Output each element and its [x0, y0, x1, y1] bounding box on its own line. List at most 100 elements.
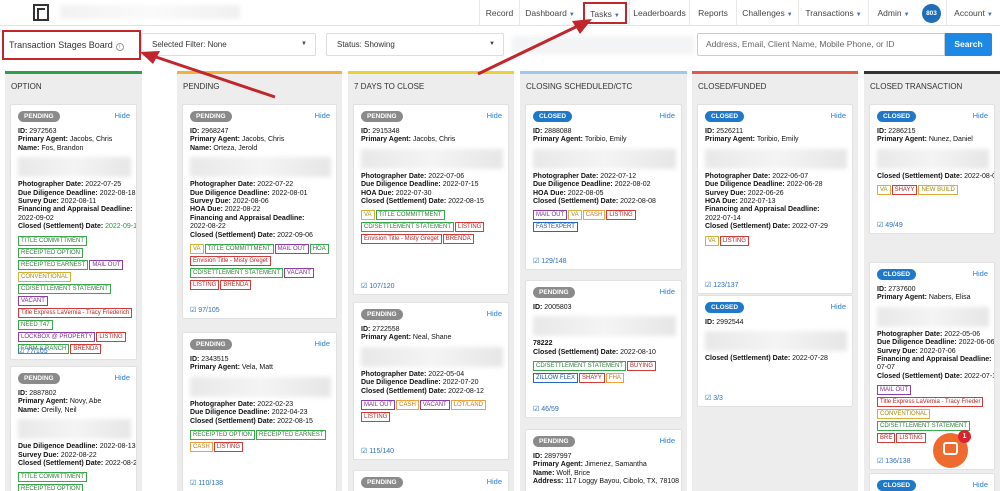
hide-link[interactable]: Hide [831, 111, 846, 120]
tag[interactable]: CASH [190, 442, 213, 453]
nav-account[interactable]: Account ▼ [946, 0, 1000, 26]
transaction-card[interactable]: CLOSED Hide [869, 473, 995, 491]
tag[interactable]: NEED T47 [18, 319, 53, 330]
search-button[interactable]: Search [945, 33, 992, 56]
tag[interactable]: CASH [582, 210, 606, 221]
hide-link[interactable]: Hide [115, 373, 130, 382]
transaction-card[interactable]: CLOSED Hide ID: 2888088 Primary Agent: Tori… [525, 104, 682, 270]
tag[interactable]: FHA [605, 373, 624, 384]
tag[interactable]: VA [568, 210, 582, 221]
tag[interactable]: LISTING [96, 331, 126, 342]
task-count[interactable]: ☑ 97/105 [190, 306, 220, 314]
tag[interactable]: RECEIPTED EARNEST [256, 430, 327, 441]
search-input[interactable]: Address, Email, Client Name, Mobile Phon… [697, 33, 945, 56]
brand-logo-icon[interactable] [33, 4, 49, 21]
tag[interactable]: VACANT [18, 295, 48, 306]
selected-filter-select[interactable]: Selected Filter: None ▼ [141, 33, 316, 56]
tag[interactable]: MAIL OUT [533, 210, 568, 221]
transaction-card[interactable]: CLOSED Hide ID: 2286215 Primary Agent: Nune… [869, 104, 995, 234]
task-count[interactable]: ☑ 3/3 [705, 394, 723, 402]
tag[interactable]: MAIL OUT [274, 244, 309, 255]
task-count[interactable]: ☑ 110/138 [190, 479, 223, 487]
tag[interactable]: VA [877, 185, 891, 196]
task-count[interactable]: ☑ 46/59 [533, 405, 559, 413]
hide-link[interactable]: Hide [315, 339, 330, 348]
hide-link[interactable]: Hide [973, 480, 988, 489]
tag[interactable]: SHAYY [579, 373, 605, 384]
tag[interactable]: Title Express LaVernia - Tracy Frieder [877, 397, 984, 408]
nav-dashboard[interactable]: Dashboard ▼ [519, 0, 580, 26]
tag[interactable]: BRENDA [70, 343, 102, 354]
tag[interactable]: LOCKBOX @ PROPERTY [18, 331, 96, 342]
tag[interactable]: RECEIPTED OPTION [18, 484, 84, 491]
transaction-card[interactable]: PENDING Hide ID: 2968247 Primary Agent: Jac… [182, 104, 337, 319]
info-icon[interactable]: i [115, 43, 124, 51]
tag[interactable]: NEW BUILD [918, 185, 958, 196]
tag[interactable]: CONVENTIONAL [18, 271, 72, 282]
transaction-card[interactable]: PENDING Hide ID: 2887802 Primary Agent: Nov… [10, 366, 137, 491]
transaction-card[interactable]: CLOSED Hide ID: 2737600 Primary Agent: Nabe… [869, 262, 995, 470]
transaction-card[interactable]: PENDING Hide ID: 2915348 Primary Agent: Jac… [353, 104, 509, 295]
tag[interactable]: BRENDA [220, 280, 252, 291]
tag[interactable]: MAIL OUT [89, 259, 124, 270]
tag[interactable]: FASTEXPERT [533, 222, 578, 233]
task-count[interactable]: ☑ 107/120 [361, 282, 395, 290]
tag[interactable]: RECEIPTED EARNEST [18, 259, 89, 270]
transaction-card[interactable]: PENDING Hide ID: 2972563 Primary Agent: Jac… [10, 104, 137, 360]
transaction-card[interactable]: PENDING Hide [353, 470, 509, 491]
user-avatar[interactable]: 803 [922, 4, 941, 23]
tag[interactable]: TITLE COMMITTMENT [375, 210, 445, 221]
transaction-card[interactable]: PENDING Hide ID: 2005803 78222 Closed (Settl… [525, 280, 682, 418]
task-count[interactable]: ☑ 123/137 [705, 281, 739, 289]
nav-reports[interactable]: Reports [689, 0, 736, 26]
status-select[interactable]: Status: Showing ▼ [326, 33, 504, 56]
tag[interactable]: SHAYY [891, 185, 918, 196]
tag[interactable]: LISTING [455, 222, 485, 233]
transaction-card[interactable]: PENDING Hide ID: 2722558 Primary Agent: Nea… [353, 302, 509, 460]
nav-leaderboards[interactable]: Leaderboards [629, 0, 689, 26]
tag[interactable]: LISTING [213, 442, 244, 453]
tag[interactable]: TITLE COMMITTMENT [18, 472, 87, 483]
tag[interactable]: RECEIPTED OPTION [18, 247, 84, 258]
tag[interactable]: CONVENTIONAL [877, 409, 931, 420]
task-count[interactable]: ☑ 136/138 [877, 457, 911, 465]
hide-link[interactable]: Hide [315, 111, 330, 120]
tag[interactable]: Envision Title - Misty Greget [190, 256, 271, 267]
hide-link[interactable]: Hide [487, 309, 502, 318]
tag[interactable]: VA [190, 244, 204, 255]
hide-link[interactable]: Hide [660, 111, 675, 120]
tag[interactable]: VACANT [284, 268, 314, 279]
tag[interactable]: BUYING [627, 361, 657, 372]
tag[interactable]: Envision Title - Misty Greget [361, 234, 442, 245]
tag[interactable]: Title Express LaVernia - Tracy Friederic… [18, 307, 133, 318]
tag[interactable]: VACANT [419, 400, 450, 411]
nav-record[interactable]: Record [479, 0, 519, 26]
tag[interactable]: CASH [396, 400, 419, 411]
hide-link[interactable]: Hide [487, 111, 502, 120]
transaction-card[interactable]: PENDING Hide ID: 2897997 Primary Agent: Jim… [525, 429, 682, 491]
tag[interactable]: CD/SETTLEMENT STATEMENT [190, 268, 284, 279]
tag[interactable]: CD/SETTLEMENT STATEMENT [533, 361, 627, 372]
hide-link[interactable]: Hide [973, 111, 988, 120]
tag[interactable]: CD/SETTLEMENT STATEMENT [877, 421, 971, 432]
transaction-card[interactable]: CLOSED Hide ID: 2992544 Closed (Settlement)… [697, 295, 853, 407]
tag[interactable]: LISTING [719, 235, 749, 246]
nav-challenges[interactable]: Challenges ▼ [736, 0, 798, 26]
tag[interactable]: VA [361, 210, 375, 221]
tag[interactable]: MAIL OUT [877, 385, 912, 396]
hide-link[interactable]: Hide [831, 302, 846, 311]
tag[interactable]: TITLE COMMITTMENT [18, 235, 87, 246]
tag[interactable]: LISTING [361, 412, 391, 423]
tag[interactable]: MAIL OUT [361, 400, 396, 411]
tag[interactable]: BRENDA [442, 234, 474, 245]
nav-transactions[interactable]: Transactions ▼ [798, 0, 868, 26]
tag[interactable]: RECEIPTED OPTION [190, 430, 256, 441]
tag[interactable]: LISTING [896, 433, 926, 444]
tag[interactable]: LOT/LAND [450, 400, 487, 411]
transaction-card[interactable]: PENDING Hide ID: 2343515 Primary Agent: Vel… [182, 332, 337, 491]
hide-link[interactable]: Hide [660, 287, 675, 296]
tag[interactable]: VA [705, 235, 719, 246]
hide-link[interactable]: Hide [973, 269, 988, 278]
tag[interactable]: BRE [877, 433, 896, 444]
transaction-card[interactable]: CLOSED Hide ID: 2526211 Primary Agent: Tori… [697, 104, 853, 294]
